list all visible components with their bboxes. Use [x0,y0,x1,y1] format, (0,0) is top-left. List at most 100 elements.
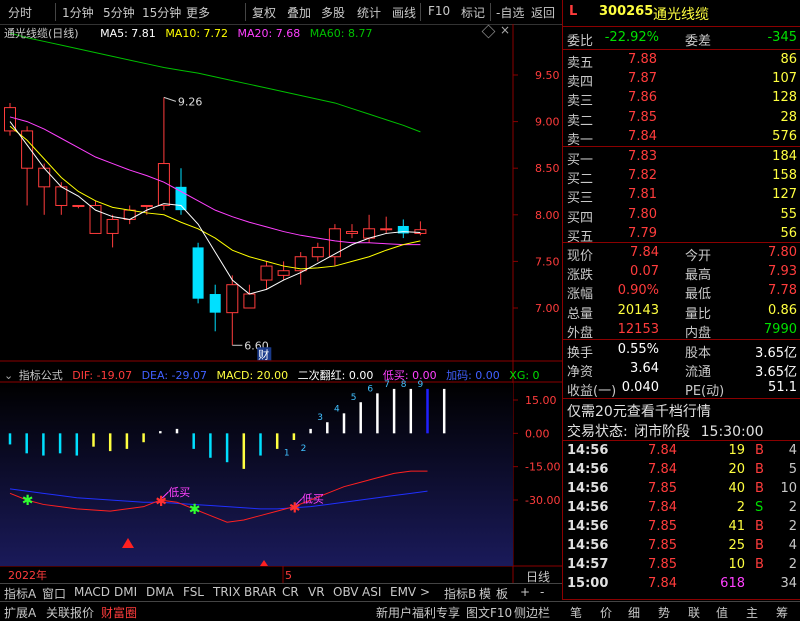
high-marker-line [163,96,177,102]
promo-banner[interactable]: 仅需20元查看千档行情 [567,401,799,420]
quote-row-zhangfu: 涨幅 0.90% 最低 7.78 [567,283,797,303]
quote-row-jingzi: 净资 3.64 流通 3.65亿 [567,361,797,380]
sell-level-1[interactable]: 卖一 7.84 576 [567,129,799,148]
quote-row-waipan: 外盘 12153 内盘 7990 [567,321,797,341]
tab-13[interactable]: > [420,585,430,599]
dea-label: DEA: -29.07 [141,369,207,382]
close-chart-icon[interactable]: × [500,23,510,37]
price-axis-label: 8.50 [535,162,560,175]
statusbar-item-5[interactable]: 侧边栏 [514,604,550,621]
toolbar-item-3[interactable]: 15分钟 [142,4,181,21]
sell-level-4[interactable]: 卖四 7.87 107 [567,71,799,90]
tab-2[interactable]: MACD [74,585,110,599]
toolbar-item-13[interactable]: 返回 [531,4,555,21]
toolbar-item-10[interactable]: F10 [428,4,450,18]
sell-level-5[interactable]: 卖五 7.88 86 [567,52,799,71]
tab-19[interactable]: 日线 [526,568,550,585]
toolbar-item-8[interactable]: 统计 [357,4,381,21]
statusbar-item-8[interactable]: 细 [628,604,640,621]
sell-level-2[interactable]: 卖二 7.85 28 [567,110,799,129]
tab-0[interactable]: 指标A [4,585,36,602]
kline-chart[interactable]: 9.509.008.508.007.507.009.266.60财15.000.… [0,24,562,583]
statusbar-item-3[interactable]: 新用户福利专享 [376,604,460,621]
tab-3[interactable]: DMI [114,585,137,599]
indicator-tabs: 指标A 窗口 MACD DMI DMA FSL TRIX BRAR CR VR OBV ASI EMV >… [0,570,562,602]
indicator-collapse-icon[interactable]: ⌄ [4,369,13,382]
dimai-label: 低买: 0.00 [382,369,437,382]
candle-body [209,294,221,313]
ma5-label: MA5: 7.81 [100,27,156,40]
toolbar-item-4[interactable]: 更多 [186,4,210,21]
candle-body [414,229,427,234]
statusbar-item-12[interactable]: 主 [746,604,758,621]
buy-signal-star: ✱ [189,502,201,518]
tab-17[interactable]: + [520,585,530,599]
buy-level-2[interactable]: 买二 7.82 158 [567,168,799,187]
toolbar-item-2[interactable]: 5分钟 [103,4,135,21]
tab-11[interactable]: ASI [362,585,381,599]
price-axis-label: 8.00 [535,209,560,222]
ma5-line [9,121,421,295]
candle-body [277,270,290,276]
tick-row: 14:57 7.85 10 B 2 [567,557,797,572]
wave-count-label: 6 [367,384,373,394]
statusbar-item-13[interactable]: 筹 [776,604,788,621]
tab-16[interactable]: 板 [496,585,508,602]
tab-8[interactable]: CR [282,585,299,599]
toolbar-item-0[interactable]: 分时 [8,4,32,21]
period-toolbar: 分时 1分钟 5分钟 15分钟 更多 复权 叠加 多股 统计 画线 F10 标记 -自选 返回 [0,0,562,25]
ma60-line [9,32,421,133]
toolbar-item-5[interactable]: 复权 [252,4,276,21]
indicator-title-bar: ⌄ 指标公式 DIF: -19.07 DEA: -29.07 MACD: 20.… [4,367,540,383]
candle-body [346,231,358,234]
weibi-row: 委比 -22.92% 委差 -345 [567,30,797,49]
tick-row: 14:56 7.85 25 B 4 [567,538,797,553]
wave-count-label: 2 [301,444,307,454]
statusbar-item-2[interactable]: 财富圈 [101,604,137,621]
quote-row-zhangdie: 涨跌 0.07 最高 7.93 [567,264,797,284]
chart-title: 通光线缆(日线) [4,27,79,40]
sell-level-3[interactable]: 卖三 7.86 128 [567,90,799,109]
tab-14[interactable]: 指标B [444,585,476,602]
buy-level-5[interactable]: 买五 7.79 56 [567,226,799,245]
toolbar-item-9[interactable]: 画线 [392,4,416,21]
toolbar-item-1[interactable]: 1分钟 [62,4,94,21]
tab-9[interactable]: VR [308,585,325,599]
buy-level-1[interactable]: 买一 7.83 184 [567,149,799,168]
quote-row-zongliang: 总量 20143 量比 0.86 [567,302,797,322]
statusbar-item-11[interactable]: 值 [716,604,728,621]
ercifanhong-label: 二次翻红: 0.00 [297,369,374,382]
toolbar-item-7[interactable]: 多股 [321,4,345,21]
tab-5[interactable]: FSL [183,585,204,599]
tab-4[interactable]: DMA [146,585,174,599]
tab-6[interactable]: TRIX [213,585,240,599]
tab-1[interactable]: 窗口 [42,585,66,602]
statusbar-item-0[interactable]: 扩展A [4,604,36,621]
statusbar-item-6[interactable]: 笔 [570,604,582,621]
year-label: 2022年 [8,568,47,582]
statusbar-item-9[interactable]: 势 [658,604,670,621]
statusbar-item-7[interactable]: 价 [600,604,612,621]
tab-7[interactable]: BRAR [244,585,277,599]
ma20-label: MA20: 7.68 [237,27,301,40]
statusbar-item-1[interactable]: 关联报价 [46,604,94,621]
tab-12[interactable]: EMV [390,585,416,599]
wave-count-label: 3 [317,413,323,423]
candle-body [72,204,85,207]
indicator-name[interactable]: 指标公式 [19,369,63,382]
wave-count-label: 1 [284,448,290,458]
toolbar-item-11[interactable]: 标记 [461,4,485,21]
toolbar-item-12[interactable]: -自选 [496,4,524,21]
toolbar-item-6[interactable]: 叠加 [287,4,311,21]
tick-row: 14:56 7.84 19 B 4 [567,443,797,458]
tab-15[interactable]: 模 [479,585,491,602]
trade-status: 交易状态: 闭市阶段 15:30:00 [567,424,764,440]
candle-body [140,204,153,207]
statusbar-item-4[interactable]: 图文F10 [466,604,512,621]
buy-level-3[interactable]: 买三 7.81 127 [567,187,799,206]
tab-18[interactable]: - [540,585,544,599]
buy-level-4[interactable]: 买四 7.80 55 [567,207,799,226]
statusbar-item-10[interactable]: 联 [688,604,700,621]
indicator-axis-label: -15.00 [525,461,560,474]
tab-10[interactable]: OBV [333,585,359,599]
